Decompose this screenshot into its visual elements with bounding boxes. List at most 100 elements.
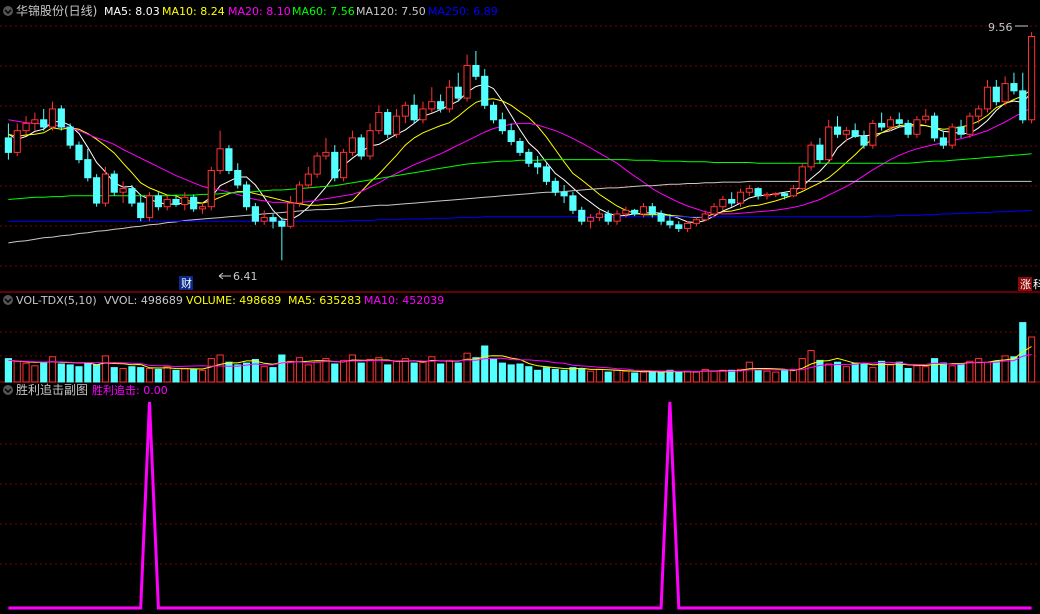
volume-bar [145,368,154,383]
candle [234,163,242,189]
candle-body [639,206,648,215]
ma120-label: MA120: 7.50 [356,5,426,18]
candle [1001,76,1009,106]
candle-body [190,196,198,210]
volume-label: VOLUME: 498689 [186,294,281,307]
volume-bar [613,369,621,383]
volume-bar [48,356,57,383]
volume-bar [869,367,877,383]
volume-bar [445,359,454,383]
candle-body [66,126,74,146]
volume-bar [419,361,427,383]
volume-bar [75,366,83,383]
volume-bar [860,363,868,383]
candle-body [428,101,436,110]
volume-bar [586,370,595,383]
candle-body [816,144,824,161]
volume-bar [163,366,171,383]
candle-body [163,198,171,208]
candle [340,148,348,182]
candle-body [48,108,57,128]
volume-bar [966,360,974,383]
signal-polyline [8,401,1032,610]
volume-bar [472,357,480,383]
candle [542,163,551,185]
candle [57,105,65,131]
candle [948,123,956,149]
candle [1028,32,1036,124]
collapse-icon[interactable] [3,385,13,395]
candle-body [869,122,877,146]
collapse-icon[interactable] [3,6,13,16]
finance-marker[interactable]: 财 [179,276,193,290]
volume-bar [437,363,445,383]
indicator-header: 胜利追击副图 胜利追击: 0.00 [3,382,168,397]
candle [66,123,74,149]
volume-bar [234,364,242,383]
volume-bar [93,364,101,383]
candle [242,181,251,211]
candle-body [357,137,365,157]
candle-body [110,173,118,193]
candle-body [137,202,145,219]
volume-bar [825,363,833,383]
candle [745,184,753,196]
candle-body [13,130,21,153]
candle [216,130,224,175]
candle-body [278,220,286,227]
candle-body [648,206,656,215]
candle-body [392,115,401,135]
candle-body [128,188,136,204]
candle [957,119,965,138]
indicator-title: 胜利追击副图 [16,382,88,397]
volume-bar [957,363,965,383]
candle-body [172,198,180,206]
candle-body [551,180,559,193]
candle [489,101,498,124]
candle-body [763,193,771,197]
candle-body [692,219,700,224]
volume-bar [269,367,277,383]
volume-bar [904,368,912,383]
volume-bar [225,361,233,383]
candle [348,130,356,156]
volume-bar [260,366,268,383]
candle [410,94,418,124]
volume-bar [251,359,259,383]
candle [922,108,930,124]
candle-body [31,119,39,124]
moving-average-lines [8,83,1032,244]
candle [648,203,656,218]
stock-chart[interactable]: 华锦股份(日线) MA5: 8.03 MA10: 8.24 MA20: 8.10… [0,0,1040,614]
collapse-icon[interactable] [3,295,13,305]
candle-body [860,135,868,146]
volume-bar [763,370,771,383]
candle-body [789,188,798,197]
candle-body [401,104,409,117]
candle [225,145,233,175]
candle-body [295,184,304,204]
candle [295,181,304,207]
candle [128,184,136,207]
candle [692,217,700,227]
candle-body [1010,83,1018,92]
ma60-label: MA60: 7.56 [292,5,355,18]
candle-body [560,191,568,197]
limit-up-marker[interactable]: 涨 科 [1018,277,1040,291]
candle [304,166,312,189]
volume-bar [119,368,127,383]
volume-bar [569,367,577,383]
high-price-label: 9.56 [988,21,1013,34]
volume-bar [886,364,895,383]
candle [154,192,162,211]
low-price-marker: 6.41 [218,270,258,283]
candle [278,217,286,261]
candle-body [595,213,603,219]
candle-body [410,104,418,121]
candle-body [684,222,692,229]
candle-body [922,115,930,121]
candle [983,79,992,113]
volume-bar [110,367,118,383]
candle [869,119,877,149]
volume-bar [410,362,418,383]
